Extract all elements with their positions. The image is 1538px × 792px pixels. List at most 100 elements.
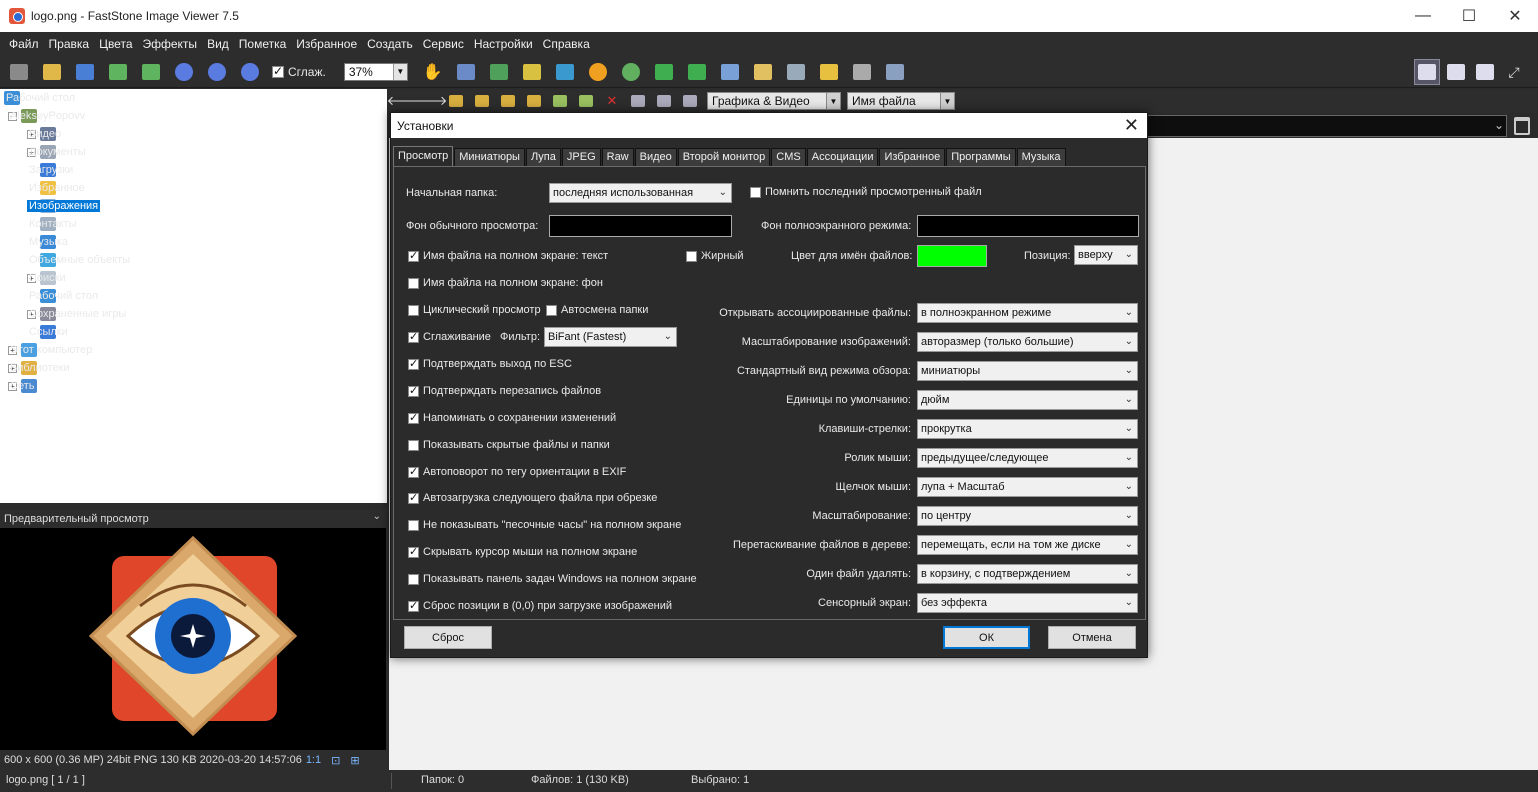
smoothing-option[interactable]: Сглаживание — [408, 330, 491, 343]
prev-image-button[interactable] — [105, 59, 131, 85]
layout-thumbs-button[interactable] — [1472, 59, 1498, 85]
next-image-button[interactable] — [138, 59, 164, 85]
tab-jpeg[interactable]: JPEG — [561, 148, 601, 166]
tab-music[interactable]: Музыка — [1016, 148, 1066, 166]
tree-node[interactable]: + Документы — [27, 143, 86, 161]
position-select[interactable]: вверху ⌄ — [1074, 245, 1138, 265]
menu-view[interactable]: Вид — [202, 32, 234, 56]
tab-associations[interactable]: Ассоциации — [806, 148, 879, 166]
show-hidden-checkbox[interactable] — [408, 439, 419, 451]
touchscreen-select[interactable]: без эффекта ⌄ — [917, 593, 1138, 613]
single-delete-select[interactable]: в корзину, с подтверждением ⌄ — [917, 564, 1138, 584]
tree-node[interactable]: Контакты — [27, 215, 77, 233]
resize-button[interactable] — [486, 59, 512, 85]
refresh-folder-button[interactable] — [473, 92, 491, 110]
image-scaling-select[interactable]: авторазмер (только большие) ⌄ — [917, 332, 1138, 352]
slideshow-button[interactable] — [453, 59, 479, 85]
minimize-button[interactable]: — — [1400, 0, 1446, 32]
bg-full-color-swatch[interactable] — [917, 215, 1139, 237]
reset-position-checkbox[interactable] — [408, 599, 419, 612]
bold-checkbox[interactable] — [686, 250, 697, 262]
bg-normal-color-swatch[interactable] — [549, 215, 732, 237]
actual-size-button[interactable] — [237, 59, 263, 85]
zoom-out-button[interactable] — [204, 59, 230, 85]
browse-view-select[interactable]: миниатюры ⌄ — [917, 361, 1138, 381]
tree-node[interactable]: Музыка — [27, 233, 68, 251]
tab-video[interactable]: Видео — [634, 148, 677, 166]
tree-node[interactable]: + Библиотеки — [8, 359, 70, 377]
crop-button[interactable] — [519, 59, 545, 85]
tab-thumbnails[interactable]: Миниатюры — [454, 148, 525, 166]
email-button[interactable] — [816, 59, 842, 85]
tree-node[interactable]: + Поиски — [27, 269, 66, 287]
tab-magnifier[interactable]: Лупа — [525, 148, 561, 166]
tab-raw[interactable]: Raw — [601, 148, 634, 166]
smooth-toggle[interactable]: Сглаж. — [272, 64, 326, 79]
path-combobox[interactable]: ⌄ — [1147, 115, 1507, 137]
filename-bg-checkbox[interactable] — [408, 277, 419, 289]
tree-node[interactable]: + Видео — [27, 125, 61, 143]
dialog-close-button[interactable]: ✕ — [1124, 115, 1139, 136]
loop-option[interactable]: Циклический просмотр — [408, 304, 541, 316]
menu-colors[interactable]: Цвета — [94, 32, 137, 56]
tree-node[interactable]: Рабочий стол — [4, 89, 75, 107]
tree-node[interactable]: Избранное — [27, 179, 85, 197]
autoload-crop-checkbox[interactable] — [408, 491, 419, 504]
confirm-overwrite-option[interactable]: Подтверждать перезапись файлов — [408, 384, 601, 397]
tree-node[interactable]: + Сеть — [8, 377, 41, 395]
menu-file[interactable]: Файл — [4, 32, 44, 56]
show-hidden-option[interactable]: Показывать скрытые файлы и папки — [408, 439, 610, 451]
chevron-double-down-icon[interactable]: ⌄ — [373, 511, 381, 522]
sort-select[interactable]: Имя файла ▼ — [847, 92, 955, 110]
copy-to-button[interactable] — [750, 59, 776, 85]
rotate-right-button[interactable] — [684, 59, 710, 85]
close-button[interactable]: ✕ — [1492, 0, 1538, 32]
fit-icon[interactable]: ⊡ — [331, 754, 340, 767]
filter-select[interactable]: BiFant (Fastest) ⌄ — [544, 327, 677, 347]
print-button[interactable] — [849, 59, 875, 85]
scan-button[interactable] — [783, 59, 809, 85]
trash-icon[interactable] — [1514, 117, 1530, 135]
arrow-keys-select[interactable]: прокрутка ⌄ — [917, 419, 1138, 439]
menu-tools[interactable]: Сервис — [418, 32, 469, 56]
capture-button[interactable] — [6, 59, 32, 85]
favorites-folder-button[interactable] — [499, 92, 517, 110]
tree-node[interactable]: + Этот компьютер — [8, 341, 92, 359]
open-folder-button[interactable] — [39, 59, 65, 85]
list-view-button[interactable] — [655, 92, 673, 110]
hide-hourglass-option[interactable]: Не показывать "песочные часы" на полном … — [408, 519, 681, 531]
details-view-button[interactable] — [681, 92, 699, 110]
menu-edit[interactable]: Правка — [44, 32, 95, 56]
copy-button[interactable] — [551, 92, 569, 110]
tab-cms[interactable]: CMS — [771, 148, 806, 166]
new-folder-button[interactable] — [525, 92, 543, 110]
hide-hourglass-checkbox[interactable] — [408, 519, 419, 531]
layout-browser-button[interactable] — [1414, 59, 1440, 85]
menu-effects[interactable]: Эффекты — [138, 32, 203, 56]
auto-folder-checkbox[interactable] — [546, 304, 557, 316]
remind-save-checkbox[interactable] — [408, 411, 419, 424]
thumbs-view-button[interactable] — [629, 92, 647, 110]
tab-favorites[interactable]: Избранное — [879, 148, 946, 166]
open-assoc-select[interactable]: в полноэкранном режиме ⌄ — [917, 303, 1138, 323]
tree-node[interactable]: Объемные объекты — [27, 251, 130, 269]
mouse-click-select[interactable]: лупа + Масштаб ⌄ — [917, 477, 1138, 497]
mouse-wheel-select[interactable]: предыдущее/следующее ⌄ — [917, 448, 1138, 468]
back-button[interactable]: 🡐 — [387, 92, 422, 110]
menu-create[interactable]: Создать — [362, 32, 418, 56]
maximize-button[interactable]: ☐ — [1446, 0, 1492, 32]
ok-button[interactable]: ОК — [943, 626, 1030, 649]
tree-node[interactable]: − AlekseyPopovv — [8, 107, 85, 125]
file-filter-select[interactable]: Графика & Видео ▼ — [707, 92, 841, 110]
filename-text-checkbox[interactable] — [408, 249, 419, 262]
tab-view[interactable]: Просмотр — [393, 146, 454, 166]
settings-button[interactable] — [882, 59, 908, 85]
tab-programs[interactable]: Программы — [946, 148, 1016, 166]
units-select[interactable]: дюйм ⌄ — [917, 390, 1138, 410]
scaling-select[interactable]: по центру ⌄ — [917, 506, 1138, 526]
show-taskbar-checkbox[interactable] — [408, 573, 419, 585]
save-button[interactable] — [72, 59, 98, 85]
red-eye-button[interactable] — [618, 59, 644, 85]
tree-node-selected[interactable]: Изображения — [27, 197, 101, 215]
remember-last-file[interactable]: Помнить последний просмотренный файл — [750, 186, 982, 198]
